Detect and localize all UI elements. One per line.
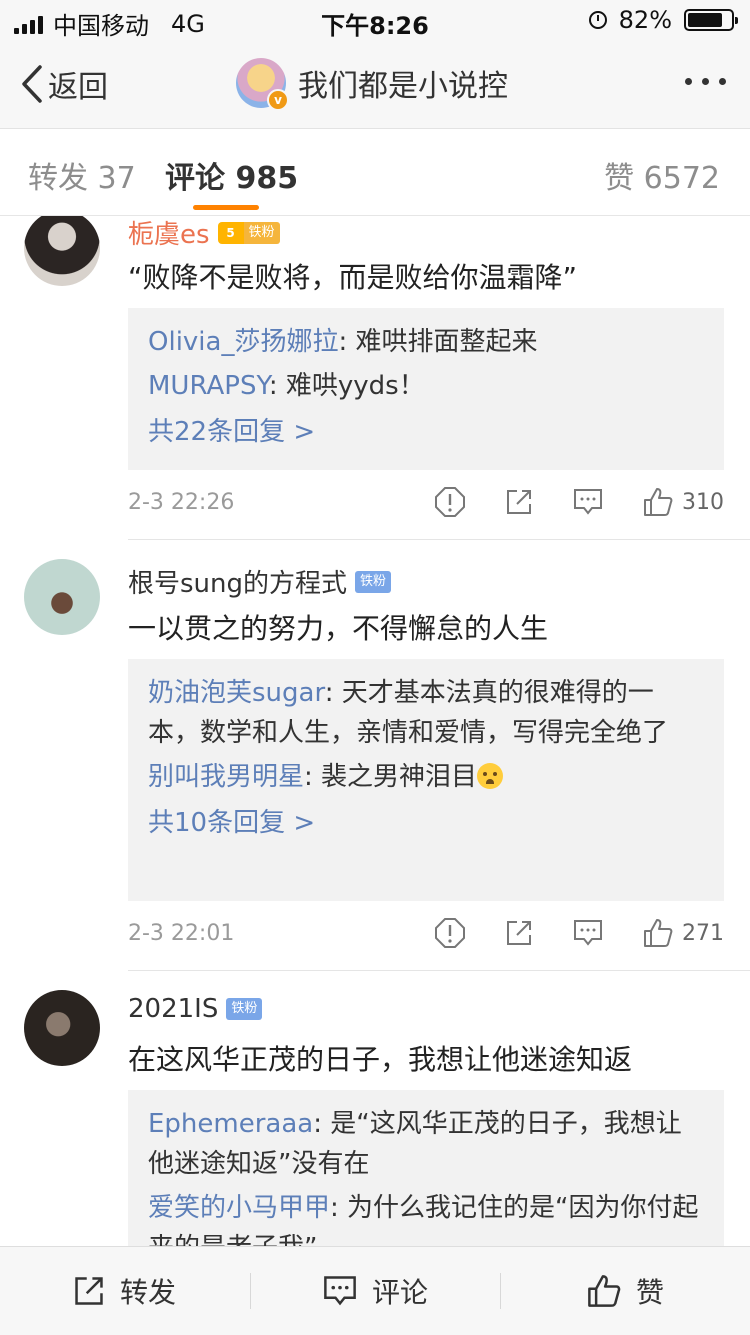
- alarm-icon: [588, 11, 607, 29]
- repost-label: 转发: [120, 1276, 177, 1309]
- reply-author[interactable]: 别叫我男明星: [148, 762, 304, 792]
- reply-author[interactable]: Olivia_莎扬娜拉: [148, 327, 338, 357]
- fan-label: 铁粉: [243, 221, 280, 244]
- reply-button[interactable]: [572, 487, 604, 517]
- divider: [500, 1273, 501, 1309]
- more-replies-link[interactable]: 共10条回复 >: [148, 803, 704, 843]
- comment-text: 一以贯之的努力，不得懈怠的人生: [128, 612, 549, 645]
- more-dots-icon[interactable]: [685, 78, 726, 85]
- username[interactable]: 2021IS: [128, 994, 218, 1024]
- share-icon: [507, 490, 531, 514]
- tab-reposts[interactable]: 转发 37: [28, 153, 136, 197]
- page-title: 我们都是小说控: [298, 69, 508, 104]
- report-icon: [435, 918, 465, 948]
- reply-item: Ephemeraaa: 是“这风华正茂的日子，我想让他迷途知返”没有在: [148, 1104, 704, 1184]
- share-button[interactable]: [504, 487, 534, 517]
- comment-icon: [574, 489, 602, 515]
- reply-text: 难哄排面整起来: [355, 327, 538, 357]
- chevron-left-icon: [22, 65, 42, 103]
- divider: [250, 1273, 251, 1309]
- like-button[interactable]: 310: [642, 486, 724, 518]
- like-label: 赞: [636, 1276, 665, 1309]
- comment-list[interactable]: 栀虞es 5 铁粉 “败降不是败将，而是败给你温霜降” Olivia_莎扬娜拉:…: [0, 216, 750, 1246]
- fan-label: 铁粉: [226, 998, 263, 1020]
- reply-separator: :: [330, 1193, 348, 1223]
- comment-label: 评论: [372, 1276, 429, 1309]
- share-icon: [507, 921, 531, 945]
- reply-item: 别叫我男明星: 裴之男神泪目: [148, 757, 704, 797]
- crying-emoji-icon: [477, 763, 504, 789]
- status-bar: 中国移动 4G 下午8:26 82%: [0, 0, 750, 40]
- reply-box[interactable]: 奶油泡芙sugar: 天才基本法真的很难得的一本，数学和人生，亲情和爱情，写得完…: [128, 659, 724, 901]
- reply-item: Olivia_莎扬娜拉: 难哄排面整起来: [148, 322, 704, 362]
- reply-item: 奶油泡芙sugar: 天才基本法真的很难得的一本，数学和人生，亲情和爱情，写得完…: [148, 673, 704, 753]
- comment-icon: [574, 920, 602, 946]
- reply-box[interactable]: Ephemeraaa: 是“这风华正茂的日子，我想让他迷途知返”没有在 爱笑的小…: [128, 1090, 724, 1246]
- nav-bar: 返回 v 我们都是小说控: [0, 40, 750, 129]
- back-label: 返回: [48, 70, 108, 105]
- battery-icon: [684, 9, 738, 31]
- comment-time: 2-3 22:01: [128, 921, 235, 946]
- divider: [128, 539, 750, 540]
- comment-button[interactable]: 评论: [322, 1247, 428, 1335]
- report-icon: [435, 487, 465, 517]
- reply-author[interactable]: MURAPSY: [148, 371, 269, 401]
- repost-button[interactable]: 转发: [72, 1247, 176, 1335]
- username[interactable]: 栀虞es: [128, 216, 210, 251]
- thumbs-up-icon: [644, 488, 673, 516]
- reply-item: 爱笑的小马甲甲: 为什么我记住的是“因为你付起来的是老子我”: [148, 1188, 704, 1246]
- tab-comments[interactable]: 评论 985: [165, 153, 298, 197]
- comment-time: 2-3 22:26: [128, 490, 235, 515]
- comment-text: “败降不是败将，而是败给你温霜降”: [128, 261, 578, 294]
- reply-author[interactable]: 爱笑的小马甲甲: [148, 1193, 330, 1223]
- like-count: 271: [682, 920, 724, 946]
- reply-separator: :: [268, 371, 286, 401]
- share-button[interactable]: [504, 918, 534, 948]
- reply-separator: :: [338, 327, 356, 357]
- fan-badge: 铁粉: [226, 997, 263, 1021]
- bottom-action-bar: 转发 评论 赞: [0, 1246, 750, 1335]
- fan-label: 铁粉: [355, 570, 392, 593]
- reply-button[interactable]: [572, 918, 604, 948]
- avatar[interactable]: [24, 216, 100, 286]
- like-count: 310: [682, 489, 724, 515]
- report-button[interactable]: [434, 917, 466, 949]
- reply-separator: :: [304, 762, 322, 792]
- divider: [128, 970, 750, 971]
- avatar[interactable]: [24, 559, 100, 635]
- account-header[interactable]: v 我们都是小说控: [236, 58, 508, 111]
- avatar[interactable]: [24, 990, 100, 1066]
- fan-badge: 5 铁粉: [217, 221, 280, 245]
- tab-bar: 转发 37 评论 985 赞 6572: [0, 129, 750, 216]
- report-button[interactable]: [434, 486, 466, 518]
- username[interactable]: 根号sung的方程式: [128, 563, 347, 600]
- tab-likes[interactable]: 赞 6572: [604, 153, 720, 197]
- thumbs-up-icon: [644, 919, 673, 947]
- verified-badge: v: [267, 89, 289, 111]
- reply-author[interactable]: Ephemeraaa: [148, 1109, 313, 1139]
- more-replies-link[interactable]: 共22条回复 >: [148, 412, 704, 452]
- reply-author[interactable]: 奶油泡芙sugar: [148, 678, 325, 708]
- fan-badge: 铁粉: [355, 570, 392, 594]
- like-button[interactable]: 271: [642, 917, 724, 949]
- comment-text: 在这风华正茂的日子，我想让他迷途知返: [128, 1043, 633, 1076]
- active-tab-indicator: [193, 205, 259, 210]
- reply-separator: :: [324, 678, 342, 708]
- like-button[interactable]: 赞: [586, 1247, 664, 1335]
- reply-text: 难哄yyds！: [285, 371, 425, 401]
- account-avatar[interactable]: v: [236, 58, 289, 111]
- crown-icon: 5: [217, 221, 244, 244]
- reply-item: MURAPSY: 难哄yyds！: [148, 366, 704, 406]
- battery-percent: 82%: [618, 6, 672, 34]
- thumbs-up-icon: [588, 1275, 621, 1307]
- reply-separator: :: [313, 1109, 331, 1139]
- comment-icon: [324, 1276, 356, 1306]
- back-button[interactable]: 返回: [20, 62, 108, 106]
- share-icon: [75, 1277, 103, 1305]
- reply-box[interactable]: Olivia_莎扬娜拉: 难哄排面整起来 MURAPSY: 难哄yyds！ 共2…: [128, 308, 724, 470]
- reply-text: 裴之男神泪目: [321, 762, 478, 792]
